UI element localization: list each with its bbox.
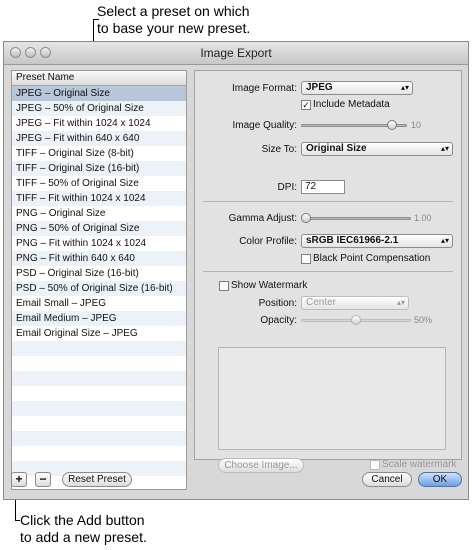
size-to-popup[interactable]: Original Size ▴▾ xyxy=(301,142,453,156)
preset-rows: JPEG – Original Size JPEG – 50% of Origin… xyxy=(12,86,186,476)
separator xyxy=(203,201,453,202)
callout-add-line2: to add a new preset. xyxy=(20,529,147,545)
preset-list-item[interactable]: Email Small – JPEG xyxy=(12,296,186,311)
ok-button[interactable]: OK xyxy=(418,472,462,487)
preset-list-header[interactable]: Preset Name xyxy=(12,71,186,86)
image-export-window: Image Export Preset Name JPEG – Original… xyxy=(3,41,469,500)
opacity-value: 50% xyxy=(414,315,433,325)
callout-select-preset: Select a preset on which to base your ne… xyxy=(97,3,250,37)
preset-list-item[interactable]: JPEG – Fit within 1024 x 1024 xyxy=(12,116,186,131)
image-quality-label: Image Quality: xyxy=(232,120,297,131)
callout-add-line-horizontal xyxy=(15,520,20,521)
preset-list-item[interactable]: Email Original Size – JPEG xyxy=(12,326,186,341)
image-format-popup[interactable]: JPEG ▴▾ xyxy=(301,81,413,95)
color-profile-label: Color Profile: xyxy=(239,236,297,247)
preset-list-empty-row xyxy=(12,401,186,416)
black-point-label: Black Point Compensation xyxy=(313,253,431,264)
preset-list-item[interactable]: PNG – 50% of Original Size xyxy=(12,221,186,236)
preset-list-empty-row xyxy=(12,431,186,446)
preset-list-item[interactable]: Email Medium – JPEG xyxy=(12,311,186,326)
title-bar: Image Export xyxy=(4,42,468,65)
color-profile-popup[interactable]: sRGB IEC61966-2.1 ▴▾ xyxy=(301,234,453,248)
preset-list-item[interactable]: TIFF – Original Size (16-bit) xyxy=(12,161,186,176)
scale-watermark-checkbox[interactable] xyxy=(370,460,380,470)
callout-add-button: Click the Add button to add a new preset… xyxy=(20,512,147,546)
preset-list-item[interactable]: TIFF – Fit within 1024 x 1024 xyxy=(12,191,186,206)
include-metadata-checkbox[interactable]: ✓ xyxy=(301,100,311,110)
position-popup[interactable]: Center ▴▾ xyxy=(301,296,409,310)
separator xyxy=(203,271,453,272)
preset-list-empty-row xyxy=(12,386,186,401)
remove-preset-button[interactable]: − xyxy=(35,472,51,487)
preset-list-empty-row xyxy=(12,416,186,431)
window-title: Image Export xyxy=(200,46,272,60)
preset-list-item[interactable]: PSD – Original Size (16-bit) xyxy=(12,266,186,281)
popup-arrows-icon: ▴▾ xyxy=(440,144,449,153)
size-to-value: Original Size xyxy=(306,143,367,154)
checkmark-icon: ✓ xyxy=(302,100,310,110)
position-value: Center xyxy=(306,297,337,308)
opacity-knob[interactable] xyxy=(351,315,361,325)
cancel-button[interactable]: Cancel xyxy=(362,472,412,487)
add-preset-button[interactable]: + xyxy=(11,472,27,487)
opacity-label: Opacity: xyxy=(260,315,297,326)
callout-select-line1: Select a preset on which xyxy=(97,3,250,19)
preset-list-empty-row xyxy=(12,371,186,386)
preset-list-empty-row xyxy=(12,356,186,371)
preset-list-item[interactable]: PNG – Fit within 1024 x 1024 xyxy=(12,236,186,251)
preset-list-item[interactable]: TIFF – Original Size (8-bit) xyxy=(12,146,186,161)
image-format-label: Image Format: xyxy=(231,83,297,94)
black-point-checkbox[interactable] xyxy=(301,254,311,264)
preset-list-item[interactable]: JPEG – Original Size xyxy=(12,86,186,101)
callout-select-line2: to base your new preset. xyxy=(97,20,251,36)
gamma-adjust-value: 1.00 xyxy=(414,213,432,223)
dpi-field[interactable]: 72 xyxy=(301,180,345,194)
image-format-value: JPEG xyxy=(306,82,333,93)
scale-watermark-label: Scale watermark xyxy=(382,459,457,470)
color-profile-value: sRGB IEC61966-2.1 xyxy=(306,235,399,246)
reset-preset-button[interactable]: Reset Preset xyxy=(62,472,132,487)
popup-arrows-icon: ▴▾ xyxy=(440,236,449,245)
gamma-adjust-label: Gamma Adjust: xyxy=(228,213,297,224)
preset-list-item[interactable]: PNG – Original Size xyxy=(12,206,186,221)
image-quality-value: 10 xyxy=(411,120,422,130)
include-metadata-label: Include Metadata xyxy=(313,99,390,110)
gamma-adjust-slider[interactable] xyxy=(301,217,411,220)
position-label: Position: xyxy=(258,298,297,309)
preset-list-item[interactable]: JPEG – Fit within 640 x 640 xyxy=(12,131,186,146)
preset-list-item[interactable]: JPEG – 50% of Original Size xyxy=(12,101,186,116)
preset-list-empty-row xyxy=(12,446,186,461)
watermark-preview-well[interactable] xyxy=(218,347,446,450)
popup-arrows-icon: ▴▾ xyxy=(400,83,409,92)
dpi-label: DPI: xyxy=(277,182,297,193)
preset-list-empty-row xyxy=(12,341,186,356)
gamma-adjust-knob[interactable] xyxy=(301,213,311,223)
callout-add-line1: Click the Add button xyxy=(20,512,145,528)
show-watermark-label: Show Watermark xyxy=(231,280,308,291)
preset-list-item[interactable]: TIFF – 50% of Original Size xyxy=(12,176,186,191)
preset-list[interactable]: Preset Name JPEG – Original Size JPEG – 5… xyxy=(11,70,187,490)
callout-line-horizontal xyxy=(93,19,99,20)
popup-arrows-icon: ▴▾ xyxy=(396,298,405,307)
show-watermark-checkbox[interactable] xyxy=(219,281,229,291)
choose-image-button[interactable]: Choose Image... xyxy=(218,458,304,473)
preset-list-item[interactable]: PSD – 50% of Original Size (16-bit) xyxy=(12,281,186,296)
size-to-label: Size To: xyxy=(261,144,297,155)
preset-list-item[interactable]: PNG – Fit within 640 x 640 xyxy=(12,251,186,266)
settings-panel: Image Format: JPEG ▴▾ ✓ Include Metadata… xyxy=(194,70,462,473)
image-quality-knob[interactable] xyxy=(387,120,398,130)
